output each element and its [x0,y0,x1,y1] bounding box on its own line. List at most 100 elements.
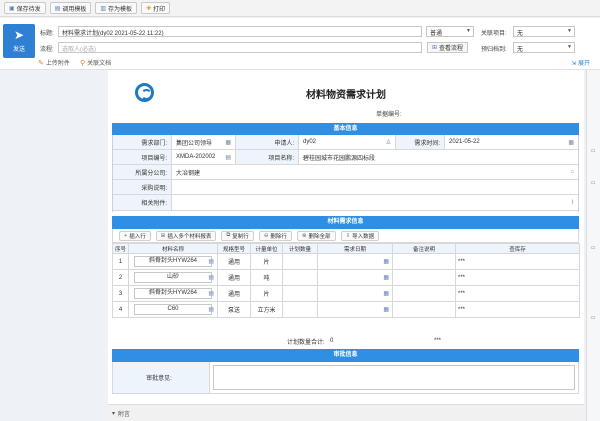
approval-input[interactable] [213,365,575,390]
stock-cell[interactable]: *** [455,285,580,302]
spec-cell: 通用 [217,253,251,270]
send-button[interactable]: ➤ 发送 [3,24,35,58]
calendar-icon[interactable]: ▦ [383,258,389,265]
print-button[interactable]: ✚ 打印 [141,2,171,14]
row-number: 2 [112,269,129,286]
note-cell[interactable] [392,269,456,286]
list-picker-icon[interactable]: ▤ [208,274,214,281]
use-template-button[interactable]: ▤ 调用模板 [49,2,92,14]
note-cell[interactable] [392,285,456,302]
insert-row-button[interactable]: + 插入行 [119,230,151,241]
chevron-down-icon: ▼ [466,28,471,34]
basic-row-4: 采购说明: [113,180,578,195]
expand-toggle[interactable]: ⇲ 展开 [571,58,590,67]
delete-all-button[interactable]: ⊗ 删除全部 [296,230,336,241]
view-flow-button[interactable]: ⊞ 查看流程 [427,42,469,53]
related-doc-button[interactable]: ⚲ 关联文档 [80,58,111,68]
project-no-field[interactable]: XMDA-202002 ▤ [172,150,236,164]
title-label: 标题: [40,31,54,37]
archive-select[interactable]: 无 ▼ [513,42,575,53]
col-header: 备注说明 [392,243,456,254]
table-row: 3 斜脊封头HYW264 ▤ 通用 片 ▦ *** [112,285,580,302]
dept-field[interactable]: 集团公司领导 ▦ [172,135,236,149]
need-date-cell[interactable]: ▦ [317,269,393,286]
material-name-cell[interactable]: 山砂 ▤ [128,269,218,286]
material-name-cell[interactable]: 斜脊封头HYW264 ▤ [128,285,218,302]
branch-field[interactable]: 大冶钢建 ⌂ [172,165,578,179]
material-name-input[interactable]: C60 [134,304,212,315]
material-name-cell[interactable]: C60 ▤ [128,301,218,318]
delete-all-icon: ⊗ [301,232,307,239]
user-picker-icon[interactable]: ♙ [386,139,391,146]
copy-row-button[interactable]: ⧉ 复制行 [221,230,254,241]
need-date-cell[interactable]: ▦ [317,285,393,302]
note-cell[interactable] [392,253,456,270]
list-picker-icon[interactable]: ▤ [225,154,231,161]
list-picker-icon[interactable]: ▤ [208,258,214,265]
material-name-input[interactable]: 斜脊封头HYW264 [134,256,212,267]
material-name-cell[interactable]: 斜脊封头HYW264 ▤ [128,253,218,270]
need-date-cell[interactable]: ▦ [317,301,393,318]
stock-cell[interactable]: *** [455,269,580,286]
priority-select[interactable]: 普通 ▼ [426,26,474,37]
paperclip-icon[interactable]: ⌇ [571,199,574,206]
side-tab[interactable]: ▭ [590,180,596,186]
side-tab[interactable]: ▭ [590,315,596,321]
footer-note-bar[interactable]: ▾ 附言 [108,404,584,421]
list-picker-icon[interactable]: ▤ [208,306,214,313]
save-draft-button[interactable]: ▣ 保存待发 [4,2,46,14]
related-project-label: 关联项目: [481,31,507,37]
org-picker-icon[interactable]: ▦ [225,139,231,146]
stock-cell[interactable]: *** [455,301,580,318]
material-name-input[interactable]: 山砂 [134,272,212,283]
save-as-template-button[interactable]: ▥ 存为模板 [95,2,138,14]
import-data-button[interactable]: ⇩ 导入数据 [340,230,380,241]
basic-info-grid: 需求部门: 集团公司领导 ▦ 申请人: dy02 ♙ 需求时间: 2021-05-2… [112,135,579,212]
plus-icon: + [124,232,128,239]
project-name-field[interactable]: 碧桂园城市花园鹏源四标段 [299,150,578,164]
qty-cell[interactable] [282,269,318,286]
row-number: 1 [112,253,129,270]
material-name-input[interactable]: 斜脊封头HYW264 [134,288,212,299]
stock-cell[interactable]: *** [455,253,580,270]
paperclip-icon: ✎ [38,59,44,67]
building-icon[interactable]: ⌂ [570,169,574,175]
table-row: 4 C60 ▤ 泵送 立方米 ▦ *** [112,301,580,318]
delete-row-button[interactable]: ⊖ 删除行 [258,230,292,241]
related-project-select[interactable]: 无 ▼ [513,26,575,37]
basic-row-5: 相关附件: ⌇ [113,195,578,211]
flow-input[interactable]: 选取人(必选) [58,42,422,53]
list-picker-icon[interactable]: ▤ [208,290,214,297]
title-input[interactable]: 材料需求计划(dy02 2021-05-22 11:22) [58,26,422,37]
calendar-icon[interactable]: ▦ [568,139,574,146]
calendar-icon[interactable]: ▦ [383,274,389,281]
applicant-label: 申请人: [236,135,299,149]
link-icon: ⚲ [80,59,86,67]
qty-cell[interactable] [282,253,318,270]
qty-cell[interactable] [282,301,318,318]
material-section: 材料需求信息 [112,216,579,229]
import-icon: ⇩ [345,232,351,239]
note-cell[interactable] [392,301,456,318]
calendar-icon[interactable]: ▦ [383,290,389,297]
purchase-note-field[interactable] [172,180,578,194]
unit-cell: 片 [250,285,283,302]
upload-attachment-button[interactable]: ✎ 上传附件 [38,58,70,68]
applicant-field[interactable]: dy02 ♙ [299,135,396,149]
basic-row-3: 所属分公司: 大冶钢建 ⌂ [113,165,578,180]
table-row: 1 斜脊封头HYW264 ▤ 通用 片 ▦ *** [112,253,580,270]
qty-cell[interactable] [282,285,318,302]
left-pane [0,70,108,421]
attachment-field[interactable]: ⌇ [172,195,578,210]
calendar-icon[interactable]: ▦ [383,306,389,313]
insert-multi-button[interactable]: ⊞ 插入多个材料报表 [155,230,217,241]
date-label: 需求时间: [396,135,445,149]
need-date-cell[interactable]: ▦ [317,253,393,270]
dept-label: 需求部门: [113,135,172,149]
side-tab[interactable]: ▭ [590,245,596,251]
save-template-icon: ▥ [100,5,107,12]
date-field[interactable]: 2021-05-22 ▦ [445,135,578,149]
side-tab[interactable]: ▭ [590,148,596,154]
expand-icon: ⇲ [571,61,577,67]
chevron-down-icon: ▼ [567,44,572,50]
